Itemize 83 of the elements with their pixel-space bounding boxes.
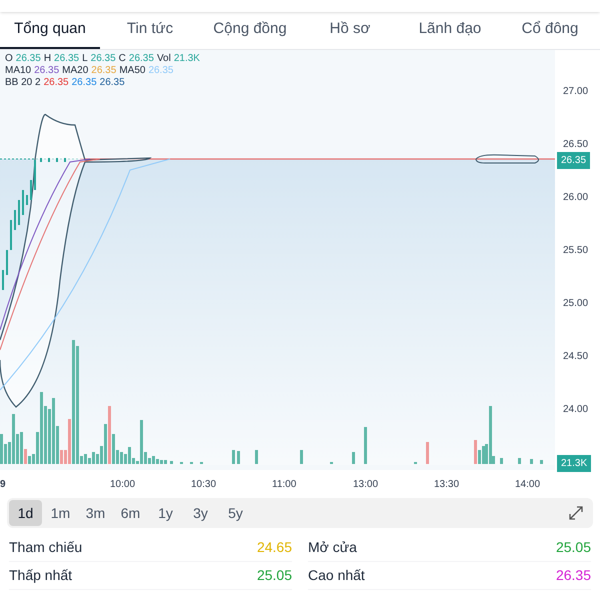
legend-label: L bbox=[82, 53, 88, 65]
stat-value: 24.65 bbox=[256, 538, 292, 557]
stat-label: Cao nhất bbox=[308, 566, 365, 585]
stat-value: 25.05 bbox=[256, 566, 292, 585]
legend-value: 26.35 bbox=[44, 77, 69, 89]
stat-label: Mở cửa bbox=[308, 538, 357, 557]
legend-value: 26.35 bbox=[91, 65, 116, 77]
axis-label: 25.50 bbox=[563, 244, 588, 258]
legend-value: 26.35 bbox=[100, 77, 125, 89]
axis-label: 25.00 bbox=[563, 297, 588, 311]
volume-badge: 21.3K bbox=[557, 455, 592, 472]
candlestick bbox=[18, 200, 20, 225]
bollinger-band bbox=[476, 154, 539, 164]
axis-label: 26.50 bbox=[563, 138, 588, 152]
price-badge: 26.35 bbox=[557, 152, 590, 169]
period-tab[interactable]: 5y bbox=[219, 500, 252, 526]
expand-icon[interactable] bbox=[569, 506, 583, 520]
tab[interactable]: Hồ sơ bbox=[300, 12, 400, 49]
volume-bar bbox=[232, 450, 235, 464]
period-tab[interactable]: 1y bbox=[149, 500, 182, 526]
candlestick bbox=[10, 220, 12, 250]
period-tab[interactable]: 3y bbox=[184, 500, 217, 526]
legend-value: 26.35 bbox=[54, 53, 80, 65]
candlestick bbox=[40, 158, 42, 162]
volume-bar bbox=[426, 442, 429, 464]
period-tab[interactable]: 1m bbox=[44, 500, 77, 526]
legend-label: Vol bbox=[156, 53, 171, 65]
period-tab[interactable]: 6m bbox=[114, 500, 147, 526]
stat-label: Tham chiếu bbox=[9, 538, 82, 557]
volume-bar bbox=[500, 458, 503, 464]
axis-label: 10:30 bbox=[191, 478, 216, 492]
volume-bar bbox=[255, 450, 258, 464]
volume-bar bbox=[237, 451, 240, 464]
legend-value: 26.35 bbox=[128, 53, 154, 65]
candlestick bbox=[34, 160, 36, 190]
axis-label: 9 bbox=[0, 478, 6, 492]
legend-label: MA50 bbox=[119, 65, 146, 77]
axis-label: 26.00 bbox=[563, 191, 588, 205]
axis-label: 27.00 bbox=[563, 85, 588, 99]
volume-bar bbox=[530, 459, 533, 464]
legend-label: C bbox=[118, 53, 126, 65]
axis-label: 13:00 bbox=[353, 478, 378, 492]
legend-label: MA20 bbox=[62, 65, 88, 77]
axis-label: 24.00 bbox=[563, 403, 588, 417]
period-tab[interactable]: 1d bbox=[9, 500, 42, 526]
axis-label: 13:30 bbox=[434, 478, 460, 492]
axis-label: 10:00 bbox=[110, 478, 136, 492]
legend-value: 26.35 bbox=[34, 65, 60, 77]
tab[interactable]: Cổ đông bbox=[500, 12, 600, 49]
legend-value: 26.35 bbox=[90, 53, 116, 65]
candlestick bbox=[48, 158, 50, 162]
stat-value: 25.05 bbox=[556, 538, 591, 557]
period-tab[interactable]: 3m bbox=[79, 500, 112, 526]
candlestick bbox=[64, 158, 66, 162]
stat-value: 26.35 bbox=[556, 566, 591, 585]
tab[interactable]: Cộng đồng bbox=[200, 12, 300, 49]
volume-bar bbox=[364, 427, 367, 464]
legend-value: 26.35 bbox=[148, 65, 174, 77]
stat-label: Thấp nhất bbox=[9, 566, 72, 585]
volume-bar bbox=[540, 460, 543, 464]
candlestick bbox=[2, 270, 4, 290]
legend-label: H bbox=[44, 53, 52, 65]
axis-label: 14:00 bbox=[515, 478, 540, 492]
volume-bar bbox=[300, 450, 303, 464]
axis-label: 24.50 bbox=[563, 350, 588, 364]
axis-label: 11:00 bbox=[272, 478, 296, 492]
candlestick bbox=[26, 195, 28, 205]
volume-bar bbox=[518, 458, 521, 464]
legend-value: 26.35 bbox=[16, 53, 41, 65]
candlestick bbox=[6, 250, 8, 275]
tab[interactable]: Lãnh đạo bbox=[400, 12, 500, 49]
legend-value: 21.3K bbox=[174, 53, 200, 65]
legend-value: 26.35 bbox=[72, 77, 97, 89]
legend-label: O bbox=[5, 53, 13, 65]
candlestick bbox=[14, 210, 16, 230]
volume-bar bbox=[170, 461, 173, 464]
legend-label: BB 20 2 bbox=[5, 77, 41, 89]
tab[interactable]: Tin tức bbox=[100, 12, 200, 49]
candlestick bbox=[30, 180, 32, 200]
legend-label: MA10 bbox=[5, 65, 32, 77]
candlestick bbox=[22, 190, 24, 215]
candlestick bbox=[56, 158, 58, 162]
volume-bar bbox=[352, 452, 355, 464]
